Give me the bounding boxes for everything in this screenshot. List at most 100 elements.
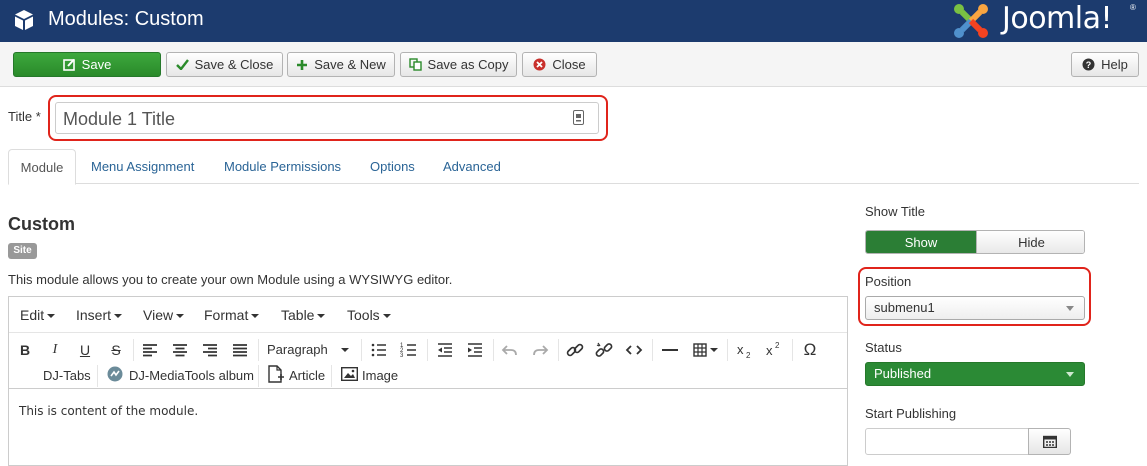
help-button[interactable]: ? Help [1071,52,1139,77]
toolbar-divider [133,339,134,361]
redo-icon[interactable] [530,340,550,360]
block-format-value: Paragraph [267,342,328,357]
status-label: Status [865,340,902,355]
numbered-list-icon[interactable]: 123 [399,340,419,360]
close-circle-icon [533,58,546,71]
link-icon[interactable] [565,340,585,360]
align-right-icon[interactable] [200,340,220,360]
title-highlight [48,95,608,141]
align-center-icon[interactable] [170,340,190,360]
menu-tools-label: Tools [347,307,380,323]
save-as-copy-button[interactable]: Save as Copy [400,52,517,77]
menu-view[interactable]: View [143,307,185,323]
toolbar: Save Save & Close Save & New Save as Cop… [0,42,1147,87]
save-button[interactable]: Save [13,52,161,77]
image-icon [341,367,358,381]
chevron-down-icon [1066,372,1074,377]
page-title: Modules: Custom [48,8,204,30]
title-label: Title * [8,109,41,124]
editor-toolbar: B I U S Paragraph 123 x2 x2 Ω DJ-Tabs DJ… [9,333,847,389]
mediatools-icon [107,366,123,382]
app-header: Modules: Custom Joomla! ® [0,0,1147,42]
toolbar-divider [558,339,559,361]
chevron-down-icon [317,314,326,319]
block-format-select[interactable]: Paragraph [267,342,328,357]
svg-text:3: 3 [400,353,404,359]
svg-text:2: 2 [775,341,780,350]
article-button[interactable]: Article [289,368,325,383]
joomla-logo-text: Joomla! [1002,1,1113,36]
align-left-icon[interactable] [140,340,160,360]
hide-option-button[interactable]: Hide [976,231,1084,253]
module-description: This module allows you to create your ow… [8,272,453,287]
menu-format-label: Format [204,307,249,323]
save-button-label: Save [81,57,112,72]
copy-icon [408,58,422,71]
chevron-down-icon [710,348,718,352]
wysiwyg-editor: Edit Insert View Format Table Tools B I … [8,296,848,466]
menu-format[interactable]: Format [204,307,260,323]
close-button[interactable]: Close [522,52,597,77]
align-justify-icon[interactable] [230,340,250,360]
toolbar-divider [258,365,259,387]
svg-text:x: x [737,342,744,357]
tab-module[interactable]: Module [8,149,76,185]
menu-edit[interactable]: Edit [20,307,56,323]
menu-insert[interactable]: Insert [76,307,123,323]
underline-icon[interactable]: U [75,340,95,360]
save-close-label: Save & Close [194,57,274,72]
cube-icon [15,10,33,30]
status-select[interactable]: Published [865,362,1085,386]
code-icon[interactable] [624,340,644,360]
menu-tools[interactable]: Tools [347,307,391,323]
undo-icon[interactable] [500,340,520,360]
unlink-icon[interactable] [594,340,614,360]
bold-icon[interactable]: B [15,340,35,360]
special-character-icon[interactable]: Ω [800,340,820,360]
calendar-button[interactable] [1028,428,1071,455]
strikethrough-icon[interactable]: S [106,340,126,360]
start-publishing-input[interactable] [865,428,1029,455]
registered-mark: ® [1130,3,1136,12]
image-button[interactable]: Image [362,368,398,383]
table-icon[interactable] [692,340,712,360]
tab-advanced[interactable]: Advanced [443,149,501,184]
italic-icon[interactable]: I [45,340,65,360]
editor-menubar: Edit Insert View Format Table Tools [9,297,847,333]
save-close-button[interactable]: Save & Close [166,52,283,77]
title-label-text: Title [8,109,33,124]
menu-edit-label: Edit [20,307,45,323]
check-icon [175,59,189,70]
tab-options[interactable]: Options [370,149,415,184]
toolbar-divider [258,339,259,361]
required-mark: * [35,109,41,124]
horizontal-rule-icon[interactable] [660,340,680,360]
edit-icon [62,58,75,71]
superscript-icon[interactable]: x2 [764,340,784,360]
editor-content-area[interactable]: This is content of the module. [19,404,198,418]
chevron-down-icon [114,314,123,319]
calendar-icon [1042,435,1057,448]
dj-tabs-button[interactable]: DJ-Tabs [43,368,91,383]
tab-bar: Module Menu Assignment Module Permission… [8,149,1139,185]
tab-module-permissions[interactable]: Module Permissions [224,149,341,184]
menu-view-label: View [143,307,174,323]
menu-table[interactable]: Table [281,307,326,323]
help-icon: ? [1082,58,1095,71]
dj-mediatools-album-button[interactable]: DJ-MediaTools album [129,368,254,383]
svg-text:x: x [766,343,773,358]
tab-menu-assignment[interactable]: Menu Assignment [91,149,194,184]
plus-icon [297,59,308,70]
outdent-icon[interactable] [435,340,455,360]
chevron-down-icon [251,314,260,319]
chevron-down-icon [382,314,391,319]
bullet-list-icon[interactable] [369,340,389,360]
indent-icon[interactable] [465,340,485,360]
module-type-heading: Custom [8,214,75,234]
subscript-icon[interactable]: x2 [735,340,755,360]
toolbar-divider [652,339,653,361]
status-value: Published [874,366,932,381]
svg-text:?: ? [1086,60,1092,70]
show-option-button[interactable]: Show [866,231,976,253]
save-new-button[interactable]: Save & New [287,52,395,77]
